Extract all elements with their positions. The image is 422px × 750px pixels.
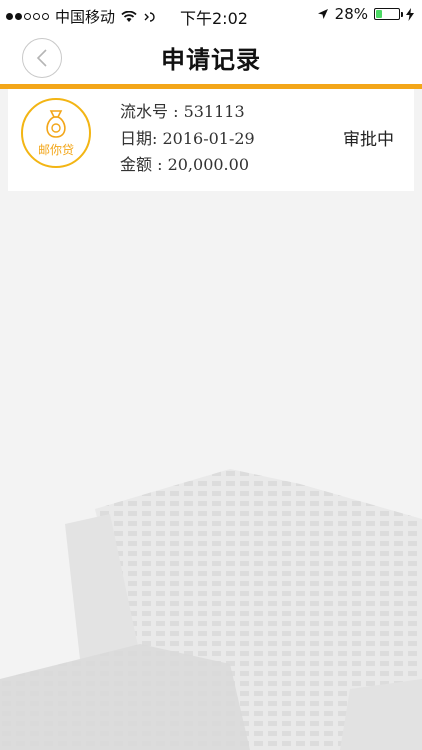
location-arrow-icon [317,9,328,19]
record-details: 流水号 : 531113 日期: 2016-01-29 金额 : 20,000.… [120,99,255,179]
status-left: 中国移动 [6,6,155,27]
status-right: 28% [317,5,414,23]
status-badge: 审批中 [343,130,394,150]
carrier-label: 中国移动 [55,8,116,26]
status-time: 下午2:02 [180,9,248,28]
signal-strength-icon [6,13,49,20]
sync-icon [144,11,155,22]
loan-product-logo: 邮你贷 [21,98,91,168]
status-bar: 中国移动 下午2:02 28% [0,0,422,30]
battery-percent: 28% [334,5,368,23]
charging-icon [406,7,414,21]
money-bag-icon [46,109,66,138]
record-serial: 流水号 : 531113 [120,102,245,121]
loan-product-name: 邮你贷 [37,142,74,157]
record-card[interactable]: 邮你贷 流水号 : 531113 日期: 2016-01-29 金额 : 20,… [8,89,414,191]
nav-bar: 申请记录 [0,30,422,85]
battery-icon [374,8,403,20]
battery-fill [376,10,383,18]
wifi-icon [121,10,137,22]
record-amount: 金额 : 20,000.00 [120,155,249,174]
page-title: 申请记录 [161,46,261,74]
record-date: 日期: 2016-01-29 [120,128,255,148]
